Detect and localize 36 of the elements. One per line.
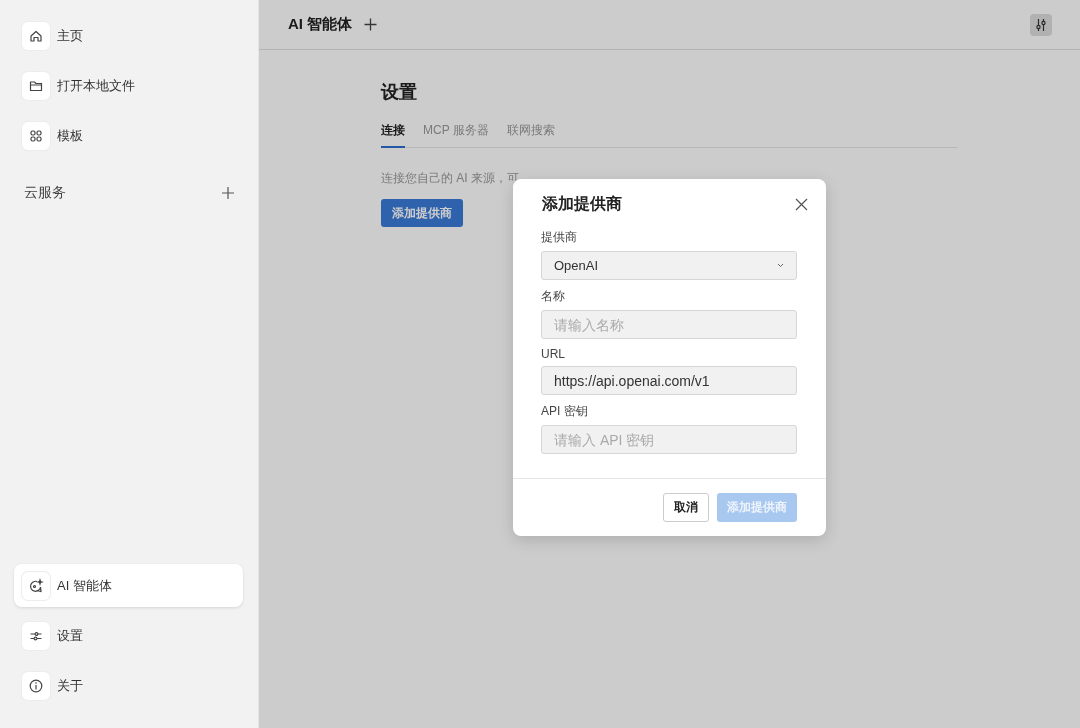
- item-label: 打开本地文件: [57, 76, 135, 95]
- dialog-title: 添加提供商: [542, 194, 622, 214]
- sidebar-item[interactable]: 打开本地文件: [14, 64, 243, 107]
- page-title: AI 智能体: [288, 15, 353, 34]
- panel-toggle-button[interactable]: [1030, 13, 1052, 36]
- close-icon[interactable]: [795, 198, 808, 211]
- description-text: 连接您自己的 AI 来源，可: [381, 170, 520, 187]
- add-provider-button[interactable]: 添加提供商: [381, 199, 463, 227]
- sidebar-item[interactable]: 模板: [14, 114, 243, 157]
- sidebar-item[interactable]: AI 智能体: [14, 564, 243, 607]
- input-field[interactable]: 请输入 API 密钥: [541, 425, 797, 454]
- add-icon[interactable]: [364, 18, 378, 31]
- sidebar-item[interactable]: 主页: [14, 14, 243, 57]
- item-label: 模板: [57, 126, 83, 145]
- info-icon: [28, 677, 44, 694]
- field-label: 名称: [541, 288, 566, 305]
- item-label: 关于: [57, 676, 83, 695]
- grid-icon: [28, 127, 44, 144]
- sidebar-item[interactable]: 设置: [14, 614, 243, 657]
- item-label: 设置: [57, 626, 83, 645]
- section-title: 云服务: [24, 184, 66, 202]
- tab[interactable]: 连接: [381, 118, 405, 148]
- field-label: 提供商: [541, 229, 578, 246]
- input-field[interactable]: https://api.openai.com/v1: [541, 366, 797, 395]
- sidebar-item[interactable]: 关于: [14, 664, 243, 707]
- chevron-down-icon: [777, 263, 784, 268]
- chat-sparkle-icon: [28, 577, 44, 594]
- sliders-icon: [1034, 17, 1048, 32]
- input-field[interactable]: 请输入名称: [541, 310, 797, 339]
- field-label: API 密钥: [541, 403, 589, 420]
- field-label: URL: [541, 347, 566, 361]
- cancel-button[interactable]: 取消: [663, 493, 709, 522]
- item-label: 主页: [57, 26, 83, 45]
- settings-title: 设置: [381, 81, 418, 104]
- provider-select[interactable]: OpenAI: [541, 251, 797, 280]
- item-label: AI 智能体: [57, 576, 112, 595]
